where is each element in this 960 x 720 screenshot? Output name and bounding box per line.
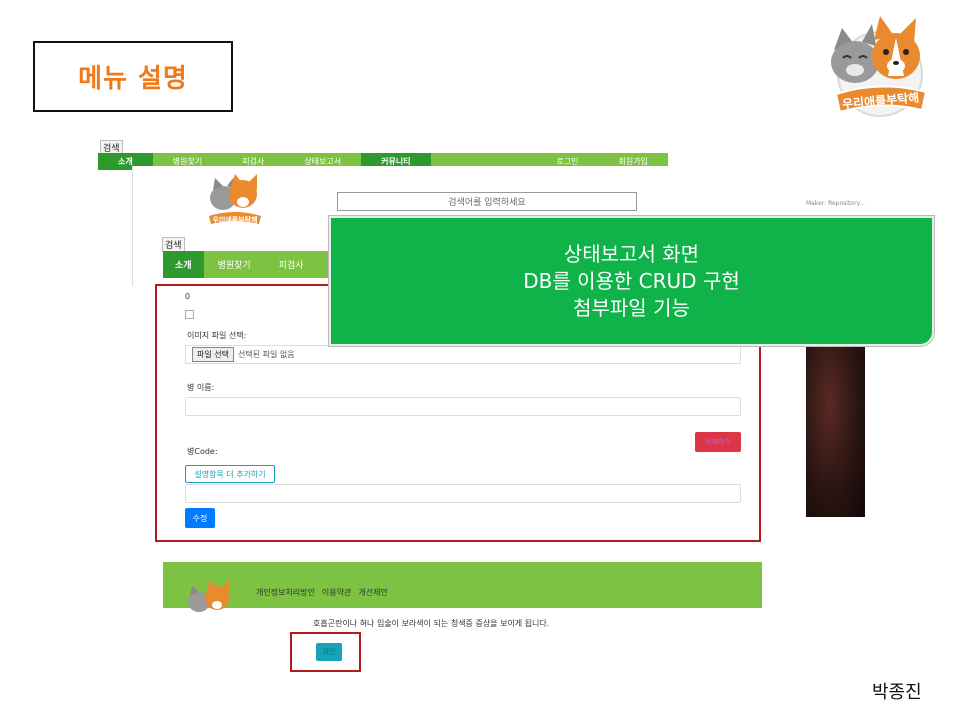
confirm-button[interactable]: 확인 bbox=[316, 643, 342, 661]
footer-link-privacy[interactable]: 개인정보처리방안 bbox=[256, 587, 315, 598]
add-description-button[interactable]: 설명항목 더 추가하기 bbox=[185, 465, 275, 483]
name-label: 병 이름: bbox=[187, 383, 215, 392]
site-footer: 개인정보처리방안 이용약관 개선제안 bbox=[163, 562, 762, 608]
footer-description: 호흡곤란이나 혀나 입술이 보라색이 되는 청색증 증상을 보이게 됩니다. bbox=[313, 619, 550, 628]
feature-callout: 상태보고서 화면 DB를 이용한 CRUD 구현 첨부파일 기능 bbox=[329, 216, 934, 346]
search-input[interactable]: 검색어를 입력하세요 bbox=[337, 192, 637, 211]
slide-title-box: 메뉴 설명 bbox=[33, 41, 233, 112]
nav-item-hospital-2[interactable]: 병원찾기 bbox=[204, 251, 265, 278]
site-logo-text: 우리애를부탁해 bbox=[212, 215, 257, 224]
site-logo: 우리애를부탁해 bbox=[209, 174, 261, 224]
code-label: 병Code: bbox=[187, 447, 218, 456]
brand-logo: 우리애를부탁해 bbox=[831, 16, 928, 117]
name-input[interactable] bbox=[185, 397, 741, 416]
description-input[interactable] bbox=[185, 484, 741, 503]
callout-line-1: 상태보고서 화면 bbox=[563, 241, 700, 266]
file-status: 선택된 파일 없음 bbox=[237, 350, 295, 359]
broken-image-icon bbox=[185, 310, 194, 319]
footer-link-suggest[interactable]: 개선제안 bbox=[358, 587, 387, 598]
file-input[interactable]: 파일 선택 선택된 파일 없음 bbox=[185, 345, 741, 364]
image-label: 이미지 파일 선택: bbox=[187, 331, 247, 340]
nav-item-intro-2[interactable]: 소개 bbox=[163, 251, 204, 278]
side-caption: Maker: Repository... bbox=[806, 200, 865, 207]
confirm-highlight: 확인 bbox=[290, 632, 361, 672]
footer-link-terms[interactable]: 이용약관 bbox=[322, 587, 351, 598]
nav-item-blood-test-2[interactable]: 피검사 bbox=[265, 251, 318, 278]
save-button[interactable]: 수정 bbox=[185, 508, 215, 528]
file-select-button[interactable]: 파일 선택 bbox=[192, 347, 234, 362]
slide-title: 메뉴 설명 bbox=[78, 64, 188, 94]
record-counter: 0 bbox=[185, 292, 191, 301]
footer-logo bbox=[188, 580, 229, 612]
callout-line-3: 첨부파일 기능 bbox=[573, 295, 690, 320]
author-name: 박종진 bbox=[872, 682, 922, 703]
delete-button[interactable]: 삭제하기 bbox=[695, 432, 741, 452]
side-photo bbox=[806, 344, 865, 517]
search-tag-2[interactable]: 검색 bbox=[162, 237, 185, 252]
callout-line-2: DB를 이용한 CRUD 구현 bbox=[523, 268, 740, 293]
